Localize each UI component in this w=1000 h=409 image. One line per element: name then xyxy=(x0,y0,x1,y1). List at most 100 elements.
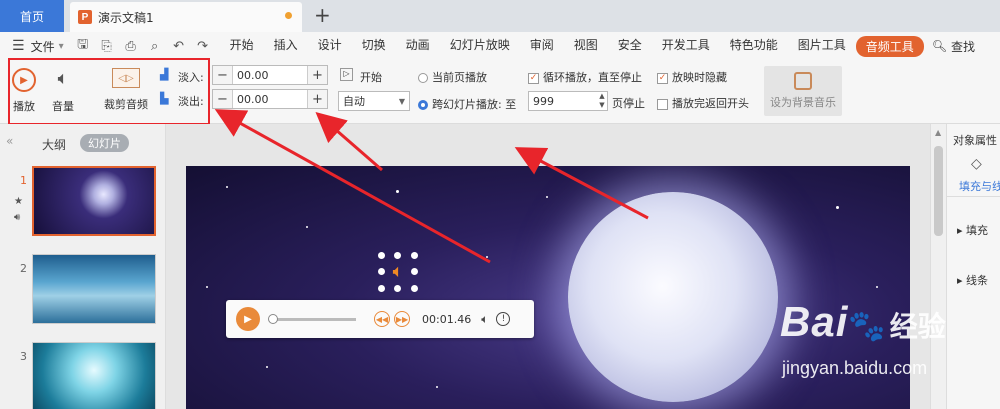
rewind-checkbox[interactable]: 播放完返回开头 xyxy=(657,95,749,111)
set-background-music-label: 设为背景音乐 xyxy=(770,96,836,109)
tab-slideshow[interactable]: 幻灯片放映 xyxy=(440,36,520,57)
undo-icon[interactable]: ↶ xyxy=(170,39,188,54)
save-icon[interactable]: 🖫 xyxy=(74,35,92,57)
watermark-cn: 经验 xyxy=(889,311,946,342)
tab-picture-tools[interactable]: 图片工具 xyxy=(788,36,856,57)
menu-bar: ☰ 文件 ▾ 🖫 ⎘ ⎙ ⌕ ↶ ↷ 开始 插入 设计 切换 动画 幻灯片放映 … xyxy=(0,32,1000,60)
set-background-music-button[interactable]: 设为背景音乐 xyxy=(764,66,842,116)
export-icon[interactable]: ⎘ xyxy=(98,39,116,54)
audio-object[interactable]: 🔈︎ xyxy=(378,252,418,292)
seek-handle[interactable] xyxy=(268,313,278,324)
player-info-icon[interactable]: ! xyxy=(496,312,511,326)
current-page-radio[interactable]: 当前页播放 xyxy=(418,69,487,85)
quick-access-toolbar: 🖫 ⎘ ⎙ ⌕ ↶ ↷ xyxy=(74,35,212,57)
fade-out-stepper[interactable]: − 00.00 + xyxy=(212,89,328,109)
start-dropdown[interactable]: 自动 ▼ xyxy=(338,91,410,111)
scroll-up-icon[interactable]: ▲ xyxy=(935,128,941,137)
tab-transition[interactable]: 切换 xyxy=(352,36,396,57)
presentation-icon: P xyxy=(78,10,92,24)
tab-features[interactable]: 特色功能 xyxy=(720,36,788,57)
tab-document-title: 演示文稿1 xyxy=(98,10,154,25)
properties-panel: 对象属性 ◇ 填充与线 ▸ 填充 ▸ 线条 xyxy=(946,124,1000,409)
search-label: 查找 xyxy=(951,39,976,54)
slide-thumbnail-3[interactable] xyxy=(32,342,156,409)
checkbox-unchecked-icon xyxy=(657,98,668,110)
tab-security[interactable]: 安全 xyxy=(608,36,652,57)
rewind-button[interactable]: ◀◀ xyxy=(374,311,390,327)
fill-section[interactable]: ▸ 填充 xyxy=(957,222,988,238)
vertical-scrollbar[interactable]: ▲ xyxy=(930,124,946,409)
hide-checkbox[interactable]: ✓ 放映时隐藏 xyxy=(657,69,727,85)
forward-button[interactable]: ▶▶ xyxy=(394,311,410,327)
stop-page-value[interactable]: 999 xyxy=(529,95,597,108)
radio-on-icon xyxy=(418,100,428,110)
tab-bar: 首页 P 演示文稿1 + xyxy=(0,0,1000,32)
line-section[interactable]: ▸ 线条 xyxy=(957,272,988,288)
search-button[interactable]: 🔍︎ 查找 xyxy=(932,38,975,55)
hamburger-icon[interactable]: ☰ xyxy=(12,38,25,54)
tab-document[interactable]: P 演示文稿1 xyxy=(70,2,302,32)
baidu-watermark: Bai🐾 经验 jingyan.baidu.com xyxy=(780,298,946,378)
chevron-down-icon[interactable]: ▾ xyxy=(59,41,64,52)
slide-number-3: 3 xyxy=(20,350,27,363)
outline-tab[interactable]: 大纲 xyxy=(42,136,66,153)
unsaved-dot-icon xyxy=(285,12,292,19)
tab-start[interactable]: 开始 xyxy=(220,36,264,57)
slide-number-2: 2 xyxy=(20,262,27,275)
hide-label: 放映时隐藏 xyxy=(672,71,727,84)
slide-thumbnail-1[interactable] xyxy=(32,166,156,236)
player-play-button[interactable]: ▶ xyxy=(236,307,260,331)
tab-audio-tools[interactable]: 音频工具 xyxy=(855,35,924,57)
new-tab-button[interactable]: + xyxy=(314,3,331,27)
fade-out-increase-button[interactable]: + xyxy=(307,90,327,108)
tab-view[interactable]: 视图 xyxy=(564,36,608,57)
slides-tab[interactable]: 幻灯片 xyxy=(80,134,129,152)
file-menu[interactable]: 文件 xyxy=(31,38,55,55)
moon-image[interactable] xyxy=(568,192,778,402)
radio-off-icon xyxy=(418,73,428,83)
spinner-arrows-icon[interactable]: ▲ ▼ xyxy=(597,92,607,110)
fill-bucket-icon[interactable]: ◇ xyxy=(971,156,982,172)
fade-in-value[interactable]: 00.00 xyxy=(233,69,307,82)
cross-slides-radio[interactable]: 跨幻灯片播放: 至 xyxy=(418,96,516,112)
player-time: 00:01.46 xyxy=(422,312,472,326)
slide-thumbnail-2[interactable] xyxy=(32,254,156,324)
player-seek-bar[interactable] xyxy=(268,313,356,324)
tab-developer[interactable]: 开发工具 xyxy=(652,36,720,57)
line-label: 线条 xyxy=(966,274,989,287)
stop-page-suffix: 页停止 xyxy=(612,97,645,110)
checkbox-checked-icon: ✓ xyxy=(528,72,539,84)
tab-home[interactable]: 首页 xyxy=(0,0,64,32)
start-label: 开始 xyxy=(360,71,382,84)
annotation-highlight-box xyxy=(8,58,210,125)
search-icon: 🔍︎ xyxy=(931,39,948,53)
start-icon: ▷ xyxy=(340,68,353,81)
fade-out-value[interactable]: 00.00 xyxy=(233,93,307,106)
fade-in-stepper[interactable]: − 00.00 + xyxy=(212,65,328,85)
print-icon[interactable]: ⎙ xyxy=(122,39,140,54)
audio-indicator-icon: 🔊︎ xyxy=(14,212,21,223)
slide-panel-header: « 大纲 幻灯片 xyxy=(0,132,166,154)
fade-in-decrease-button[interactable]: − xyxy=(213,66,233,84)
tab-insert[interactable]: 插入 xyxy=(264,36,308,57)
tab-review[interactable]: 审阅 xyxy=(520,36,564,57)
speaker-icon: 🔈︎ xyxy=(392,261,404,282)
watermark-brand: Bai xyxy=(780,298,849,345)
slide-number-1: 1 xyxy=(20,174,27,187)
scroll-thumb[interactable] xyxy=(934,146,943,236)
fade-out-decrease-button[interactable]: − xyxy=(213,90,233,108)
ribbon-tabs: 开始 插入 设计 切换 动画 幻灯片放映 审阅 视图 安全 开发工具 特色功能 … xyxy=(220,35,924,57)
preview-icon[interactable]: ⌕ xyxy=(146,39,164,54)
fill-and-line-tab[interactable]: 填充与线 xyxy=(959,178,1000,194)
redo-icon[interactable]: ↷ xyxy=(194,39,212,54)
audio-player: ▶ ◀◀ ▶▶ 00:01.46 🔈︎ ! xyxy=(226,300,534,338)
tab-animation[interactable]: 动画 xyxy=(396,36,440,57)
stop-page-stepper[interactable]: 999 ▲ ▼ xyxy=(528,91,608,111)
player-volume-icon[interactable]: 🔈︎ xyxy=(481,312,488,327)
loop-checkbox[interactable]: ✓ 循环播放，直至停止 xyxy=(528,69,642,85)
fade-in-increase-button[interactable]: + xyxy=(307,66,327,84)
chevron-down-icon: ▼ xyxy=(398,96,405,106)
properties-title: 对象属性 xyxy=(953,134,997,147)
tab-design[interactable]: 设计 xyxy=(308,36,352,57)
collapse-icon[interactable]: « xyxy=(6,134,13,148)
